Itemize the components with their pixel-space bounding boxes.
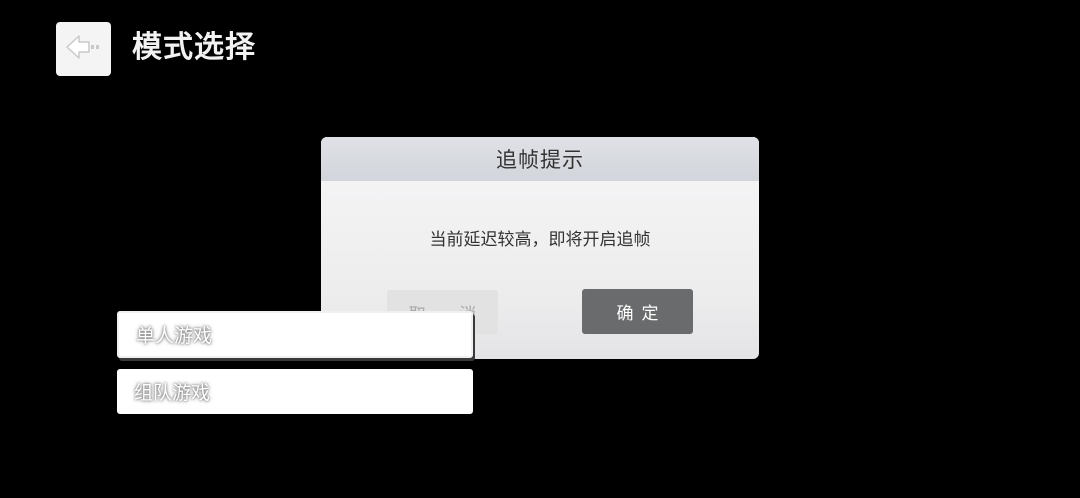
dialog-message: 当前延迟较高，即将开启追帧 [429, 230, 651, 250]
dialog-title: 追帧提示 [321, 137, 759, 181]
mode-item-team-play[interactable]: 组队游戏 [117, 369, 473, 414]
back-arrow-icon [65, 32, 103, 66]
page-title: 模式选择 [132, 30, 256, 65]
back-button[interactable] [56, 22, 111, 76]
screen: 模式选择 追帧提示 当前延迟较高，即将开启追帧 取 消 确定 单人游戏 组队游戏 [0, 0, 1080, 498]
mode-item-single-player[interactable]: 单人游戏 [117, 311, 473, 358]
confirm-button[interactable]: 确定 [582, 289, 693, 334]
